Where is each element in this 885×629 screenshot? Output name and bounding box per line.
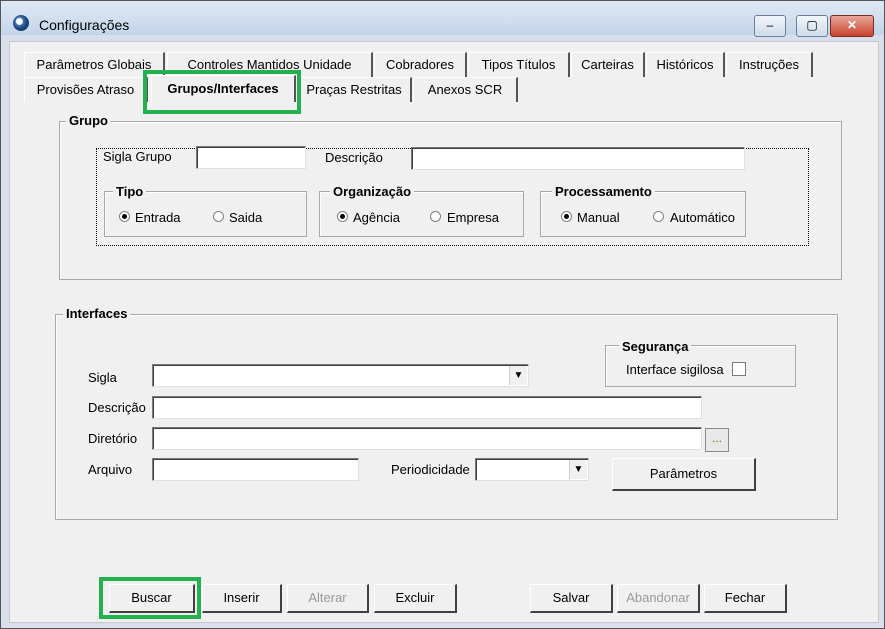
inserir-button[interactable]: Inserir [202,584,282,613]
processamento-automatico-radio[interactable] [653,211,664,222]
sigla-grupo-label: Sigla Grupo [103,149,172,164]
organizacao-agencia-radio[interactable] [337,211,348,222]
tipo-saida-radio[interactable] [213,211,224,222]
chevron-down-icon[interactable]: ▼ [509,366,527,385]
tab-grupos-interfaces[interactable]: Grupos/Interfaces [151,75,296,102]
parametros-button[interactable]: Parâmetros [612,458,756,491]
tab-parametros-globais[interactable]: Parâmetros Globais [24,52,165,77]
seguranca-legend: Segurança [619,339,692,354]
sigla-select[interactable]: ▼ [152,364,529,387]
sigla-grupo-input[interactable] [196,146,306,169]
app-icon [13,15,29,31]
buscar-button[interactable]: Buscar [109,584,195,613]
tab-provisoes-atraso[interactable]: Provisões Atraso [24,77,148,102]
arquivo-label: Arquivo [88,462,133,477]
alterar-button[interactable]: Alterar [287,584,369,613]
close-button[interactable]: ✕ [830,15,874,37]
minimize-button[interactable]: ‒ [754,15,786,37]
tab-historicos[interactable]: Históricos [646,52,725,77]
tipo-saida-label: Saida [229,210,263,225]
descricao-grupo-label: Descrição [325,150,383,165]
descricao-input[interactable] [152,396,702,419]
sigla-label: Sigla [88,370,117,385]
tab-cobradores[interactable]: Cobradores [374,52,467,77]
tab-controles-mantidos-unidade[interactable]: Controles Mantidos Unidade [167,52,373,77]
tab-tipos-titulos[interactable]: Tipos Títulos [468,52,570,77]
grupo-legend: Grupo [66,113,111,128]
periodicidade-label: Periodicidade [391,462,470,477]
window-title: Configurações [39,17,130,33]
organizacao-empresa-label: Empresa [447,210,500,225]
interfaces-legend: Interfaces [63,306,131,321]
tab-anexos-scr[interactable]: Anexos SCR [413,77,518,102]
abandonar-button[interactable]: Abandonar [617,584,700,613]
diretorio-label: Diretório [88,431,138,446]
configuracoes-window: Configurações ‒ ▢ ✕ Parâmetros Globais C… [0,0,885,629]
browse-directory-button[interactable]: ... [705,428,729,452]
tipo-legend: Tipo [113,184,147,199]
processamento-manual-label: Manual [577,210,620,225]
organizacao-agencia-label: Agência [353,210,400,225]
title-bar[interactable]: Configurações ‒ ▢ ✕ [1,1,884,37]
processamento-automatico-label: Automático [670,210,736,225]
salvar-button[interactable]: Salvar [530,584,613,613]
organizacao-empresa-radio[interactable] [430,211,441,222]
interface-sigilosa-checkbox[interactable] [732,362,746,376]
tipo-entrada-label: Entrada [135,210,181,225]
diretorio-input[interactable] [152,427,702,450]
organizacao-legend: Organização [330,184,415,199]
interface-sigilosa-label: Interface sigilosa [626,362,724,377]
tipo-entrada-radio[interactable] [119,211,130,222]
arquivo-input[interactable] [152,458,359,481]
tab-pracas-restritas[interactable]: Praças Restritas [297,77,412,102]
chevron-down-icon[interactable]: ▼ [569,460,587,479]
excluir-button[interactable]: Excluir [374,584,457,613]
fechar-button[interactable]: Fechar [704,584,787,613]
descricao-grupo-input[interactable] [411,147,745,170]
processamento-legend: Processamento [552,184,655,199]
maximize-button[interactable]: ▢ [796,15,828,37]
tab-carteiras[interactable]: Carteiras [571,52,645,77]
processamento-manual-radio[interactable] [561,211,572,222]
descricao-label: Descrição [88,400,146,415]
tab-instrucoes[interactable]: Instruções [726,52,813,77]
periodicidade-select[interactable]: ▼ [475,458,589,481]
